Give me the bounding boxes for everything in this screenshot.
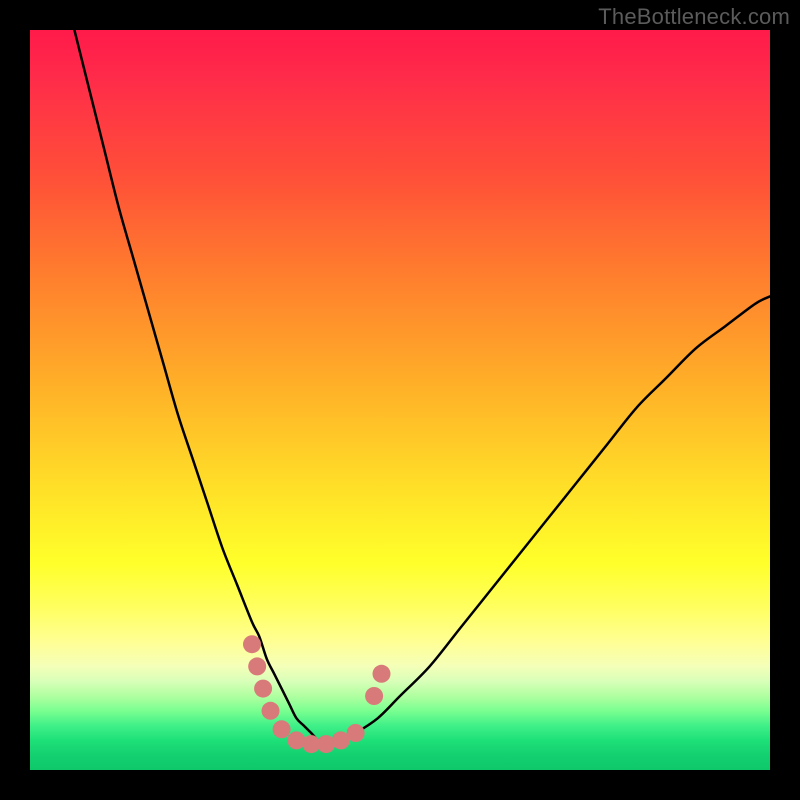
watermark-text: TheBottleneck.com [598, 4, 790, 30]
marker-dot [365, 687, 383, 705]
curve-layer [30, 30, 770, 770]
marker-dot [248, 657, 266, 675]
marker-dot [254, 680, 272, 698]
marker-dot [373, 665, 391, 683]
bottleneck-curve [74, 30, 770, 741]
marker-dot [273, 720, 291, 738]
marker-dot [347, 724, 365, 742]
marker-dot [243, 635, 261, 653]
marker-dot [262, 702, 280, 720]
plot-area [30, 30, 770, 770]
chart-frame: TheBottleneck.com [0, 0, 800, 800]
